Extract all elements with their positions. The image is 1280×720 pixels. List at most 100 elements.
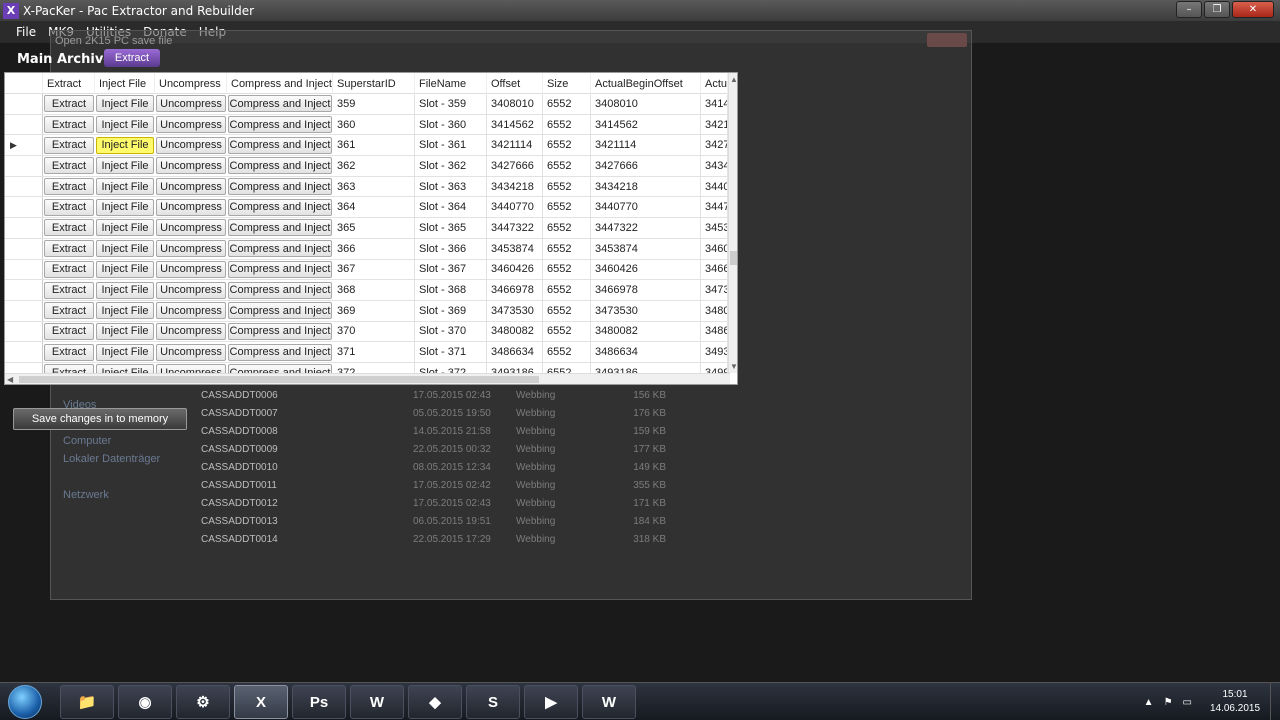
col-size-header[interactable]: Size bbox=[543, 73, 591, 94]
superstar-id-cell[interactable]: 363 bbox=[333, 176, 415, 197]
col-inject-header[interactable]: Inject File bbox=[95, 73, 155, 94]
scroll-down-icon[interactable]: ▼ bbox=[730, 362, 737, 371]
superstar-id-cell[interactable]: 368 bbox=[333, 280, 415, 300]
table-row[interactable]: ExtractInject FileUncompressCompress and… bbox=[5, 94, 730, 115]
compress-and-inject-button[interactable]: Compress and Inject bbox=[228, 116, 332, 134]
offset-cell[interactable]: 3440770 bbox=[487, 197, 543, 218]
inject-file-button[interactable]: Inject File bbox=[96, 198, 154, 216]
col-filename-header[interactable]: FileName bbox=[415, 73, 487, 94]
horizontal-scroll-thumb[interactable] bbox=[19, 376, 539, 383]
offset-cell[interactable]: 3473530 bbox=[487, 300, 543, 321]
filename-cell[interactable]: Slot - 366 bbox=[415, 238, 487, 259]
compress-and-inject-button[interactable]: Compress and Inject bbox=[228, 157, 332, 175]
col-compress-header[interactable]: Compress and Inject bbox=[227, 73, 333, 94]
table-row[interactable]: ExtractInject FileUncompressCompress and… bbox=[5, 259, 730, 281]
show-desktop-button[interactable] bbox=[1270, 683, 1280, 720]
compress-and-inject-button[interactable]: Compress and Inject bbox=[228, 322, 332, 340]
explorer-icon[interactable]: 📁 bbox=[60, 685, 114, 719]
minimize-button[interactable]: – bbox=[1176, 1, 1202, 18]
offset-cell[interactable]: 3434218 bbox=[487, 176, 543, 197]
media-player-icon[interactable]: ▶ bbox=[524, 685, 578, 719]
size-cell[interactable]: 6552 bbox=[543, 156, 591, 176]
offset-cell[interactable]: 3466978 bbox=[487, 280, 543, 300]
actual-end-cell[interactable]: 3466 bbox=[701, 259, 728, 280]
superstar-id-cell[interactable]: 365 bbox=[333, 218, 415, 238]
actual-begin-offset-cell[interactable]: 3427666 bbox=[591, 156, 701, 176]
offset-cell[interactable]: 3421114 bbox=[487, 135, 543, 156]
row-selector[interactable] bbox=[5, 321, 43, 342]
actual-begin-offset-cell[interactable]: 3434218 bbox=[591, 176, 701, 197]
extract-button[interactable]: Extract bbox=[44, 136, 94, 154]
extract-button[interactable]: Extract bbox=[44, 260, 94, 278]
offset-cell[interactable]: 3460426 bbox=[487, 259, 543, 280]
superstar-id-cell[interactable]: 360 bbox=[333, 114, 415, 135]
row-selector[interactable] bbox=[5, 114, 43, 135]
actual-begin-offset-cell[interactable]: 3460426 bbox=[591, 259, 701, 280]
inject-file-button[interactable]: Inject File bbox=[96, 136, 154, 154]
xpacker-icon[interactable]: X bbox=[234, 685, 288, 719]
filename-cell[interactable]: Slot - 368 bbox=[415, 280, 487, 300]
table-row[interactable]: ExtractInject FileUncompressCompress and… bbox=[5, 321, 730, 343]
clock[interactable]: 15:01 14.06.2015 bbox=[1200, 688, 1270, 716]
menu-file[interactable]: File bbox=[10, 25, 42, 39]
inject-file-button[interactable]: Inject File bbox=[96, 219, 154, 237]
uncompress-button[interactable]: Uncompress bbox=[156, 219, 226, 237]
superstar-id-cell[interactable]: 370 bbox=[333, 321, 415, 342]
compress-and-inject-button[interactable]: Compress and Inject bbox=[228, 281, 332, 299]
filename-cell[interactable]: Slot - 369 bbox=[415, 300, 487, 321]
uncompress-button[interactable]: Uncompress bbox=[156, 302, 226, 320]
filename-cell[interactable]: Slot - 365 bbox=[415, 218, 487, 238]
table-row[interactable]: ExtractInject FileUncompressCompress and… bbox=[5, 114, 730, 136]
table-row[interactable]: ExtractInject FileUncompressCompress and… bbox=[5, 238, 730, 260]
col-actu-header[interactable]: Actu bbox=[701, 73, 728, 94]
actual-begin-offset-cell[interactable]: 3486634 bbox=[591, 342, 701, 362]
size-cell[interactable]: 6552 bbox=[543, 280, 591, 300]
actual-end-cell[interactable]: 3480 bbox=[701, 300, 728, 321]
actual-begin-offset-cell[interactable]: 3440770 bbox=[591, 197, 701, 218]
tray-flag-icon[interactable]: ⚑ bbox=[1164, 697, 1173, 708]
table-row[interactable]: ExtractInject FileUncompressCompress and… bbox=[5, 280, 730, 301]
compress-and-inject-button[interactable]: Compress and Inject bbox=[228, 198, 332, 216]
compress-and-inject-button[interactable]: Compress and Inject bbox=[228, 136, 332, 154]
actual-begin-offset-cell[interactable]: 3447322 bbox=[591, 218, 701, 238]
offset-cell[interactable]: 3408010 bbox=[487, 94, 543, 114]
size-cell[interactable]: 6552 bbox=[543, 114, 591, 135]
offset-cell[interactable]: 3480082 bbox=[487, 321, 543, 342]
uncompress-button[interactable]: Uncompress bbox=[156, 240, 226, 258]
extract-button[interactable]: Extract bbox=[44, 281, 94, 299]
uncompress-button[interactable]: Uncompress bbox=[156, 198, 226, 216]
filename-cell[interactable]: Slot - 367 bbox=[415, 259, 487, 280]
superstar-id-cell[interactable]: 367 bbox=[333, 259, 415, 280]
network-app-icon[interactable]: ◆ bbox=[408, 685, 462, 719]
inject-file-button[interactable]: Inject File bbox=[96, 322, 154, 340]
filename-cell[interactable]: Slot - 360 bbox=[415, 114, 487, 135]
row-selector[interactable] bbox=[5, 94, 43, 114]
row-selector[interactable] bbox=[5, 238, 43, 259]
actual-begin-offset-cell[interactable]: 3473530 bbox=[591, 300, 701, 321]
offset-cell[interactable]: 3453874 bbox=[487, 238, 543, 259]
table-row[interactable]: ExtractInject FileUncompressCompress and… bbox=[5, 300, 730, 322]
inject-file-button[interactable]: Inject File bbox=[96, 302, 154, 320]
compress-and-inject-button[interactable]: Compress and Inject bbox=[228, 178, 332, 196]
uncompress-button[interactable]: Uncompress bbox=[156, 95, 226, 113]
actual-end-cell[interactable]: 3434 bbox=[701, 156, 728, 176]
table-row[interactable]: ExtractInject FileUncompressCompress and… bbox=[5, 218, 730, 239]
size-cell[interactable]: 6552 bbox=[543, 135, 591, 156]
actual-end-cell[interactable]: 3473 bbox=[701, 280, 728, 300]
size-cell[interactable]: 6552 bbox=[543, 94, 591, 114]
steam-icon[interactable]: ⚙ bbox=[176, 685, 230, 719]
row-selector[interactable] bbox=[5, 342, 43, 362]
filename-cell[interactable]: Slot - 370 bbox=[415, 321, 487, 342]
col-offset-header[interactable]: Offset bbox=[487, 73, 543, 94]
tray-arrow-icon[interactable]: ▲ bbox=[1144, 697, 1154, 708]
save-changes-button[interactable]: Save changes in to memory bbox=[13, 408, 187, 430]
chrome-icon[interactable]: ◉ bbox=[118, 685, 172, 719]
actual-begin-offset-cell[interactable]: 3480082 bbox=[591, 321, 701, 342]
actual-end-cell[interactable]: 3427 bbox=[701, 135, 728, 156]
maximize-button[interactable]: ❐ bbox=[1204, 1, 1230, 18]
size-cell[interactable]: 6552 bbox=[543, 176, 591, 197]
size-cell[interactable]: 6552 bbox=[543, 321, 591, 342]
size-cell[interactable]: 6552 bbox=[543, 259, 591, 280]
table-row[interactable]: ExtractInject FileUncompressCompress and… bbox=[5, 176, 730, 198]
uncompress-button[interactable]: Uncompress bbox=[156, 116, 226, 134]
